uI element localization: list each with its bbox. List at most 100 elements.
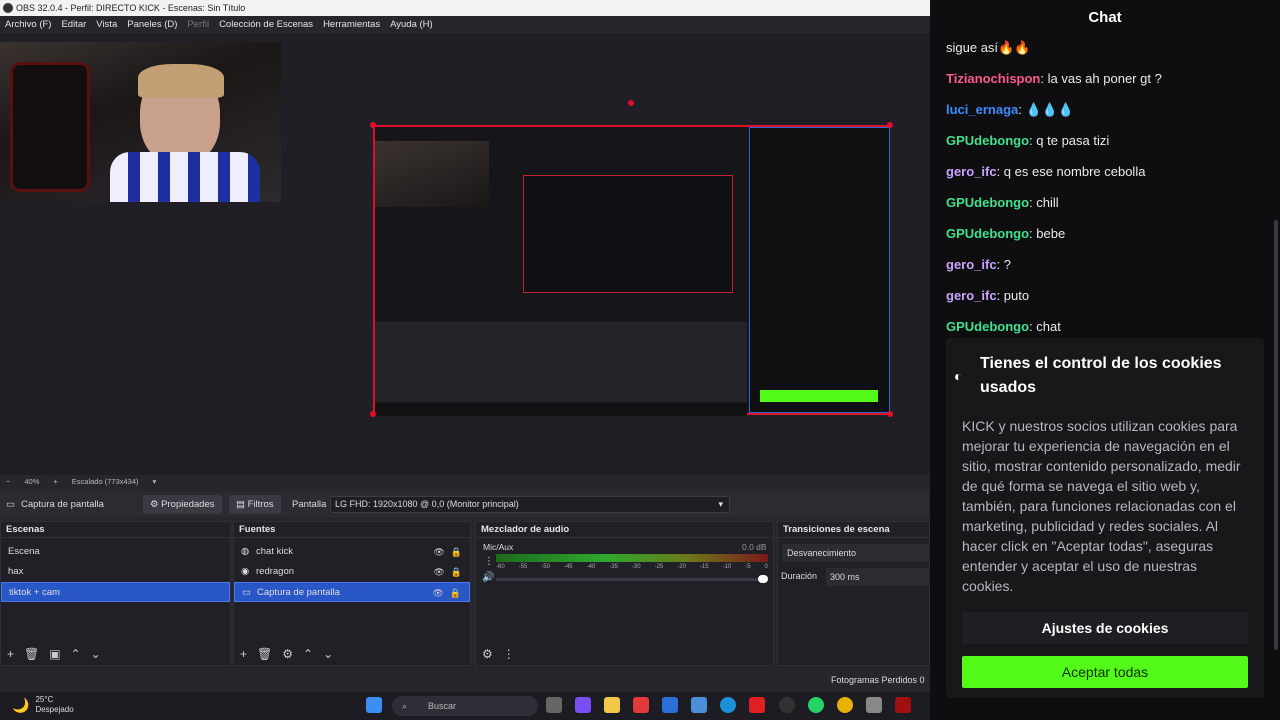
title-bar: OBS 32.0.4 - Perfil: DIRECTO KICK - Esce… <box>0 0 930 16</box>
lock-icon[interactable]: 🔒 <box>450 583 461 603</box>
gear-icon[interactable]: ⚙ <box>482 647 493 661</box>
wps-icon[interactable] <box>749 697 765 713</box>
monitor-icon: ▭ <box>242 587 251 598</box>
cookie-settings-button[interactable]: Ajustes de cookies <box>962 612 1248 644</box>
volume-slider[interactable] <box>496 578 768 581</box>
weather-widget[interactable]: 🌙 25°C Despejado <box>12 695 74 715</box>
source-item[interactable]: ◉ redragon 👁 🔒 <box>234 562 470 582</box>
meter-tick-label: -60 <box>496 564 505 570</box>
nested-docks <box>375 322 747 402</box>
filters-button[interactable]: ▤ Filtros <box>229 495 281 514</box>
transitions-dock: Transiciones de escena Desvanecimiento D… <box>777 521 931 666</box>
scaling-label[interactable]: Escalado (773x434) <box>72 475 139 488</box>
scene-item[interactable]: hax <box>1 562 230 582</box>
menu-perfil[interactable]: Perfil <box>187 16 209 33</box>
store-icon[interactable] <box>662 697 678 713</box>
move-up-icon[interactable]: ⌃ <box>71 647 81 661</box>
trash-icon[interactable]: 🗑 <box>24 647 39 661</box>
zoom-out-button[interactable]: − <box>6 475 10 488</box>
windows-start-icon[interactable] <box>366 697 382 713</box>
volume-slider-thumb[interactable] <box>758 575 768 583</box>
app-icon[interactable] <box>633 697 649 713</box>
chat-username[interactable]: luci_ernaga <box>946 102 1018 117</box>
screen-select[interactable]: LG FHD: 1920x1080 @ 0,0 (Monitor princip… <box>330 496 730 513</box>
eye-icon[interactable]: 👁 <box>433 562 444 582</box>
mixer-header: Mezclador de audio <box>476 522 773 538</box>
chat-username[interactable]: gero_ifc <box>946 164 997 179</box>
resize-handle-tl[interactable] <box>370 122 376 128</box>
speaker-icon[interactable]: 🔊 <box>482 572 494 583</box>
chat-username[interactable]: GPUdebongo <box>946 319 1029 334</box>
browser-icon: ◍ <box>241 546 250 557</box>
menu-coleccion-escenas[interactable]: Colección de Escenas <box>219 16 313 33</box>
scene-item[interactable]: Escena <box>1 542 230 562</box>
rotate-handle[interactable] <box>628 100 634 106</box>
chat-message: luci_ernaga: 💧💧💧 <box>946 102 1074 118</box>
eye-icon[interactable]: 👁 <box>433 542 444 562</box>
chat-username[interactable]: Tizianochispon <box>946 71 1040 86</box>
resize-handle-tr[interactable] <box>887 122 893 128</box>
move-down-icon[interactable]: ⌄ <box>323 647 333 661</box>
duration-input[interactable]: 300 ms <box>826 568 931 586</box>
copilot-icon[interactable] <box>575 697 591 713</box>
more-options-icon[interactable]: ⋮ <box>503 647 515 661</box>
menu-herramientas[interactable]: Herramientas <box>323 16 380 33</box>
chrome-icon[interactable] <box>837 697 853 713</box>
eye-icon[interactable]: 👁 <box>432 583 443 603</box>
sources-header: Fuentes <box>234 522 470 538</box>
move-up-icon[interactable]: ⌃ <box>303 647 313 661</box>
taskbar-search[interactable]: ⌕ Buscar <box>392 696 538 716</box>
settings-icon[interactable] <box>866 697 882 713</box>
accept-all-button[interactable]: Aceptar todas <box>962 656 1248 688</box>
chat-message: gero_ifc: q es ese nombre cebolla <box>946 164 1145 179</box>
menu-vista[interactable]: Vista <box>96 16 117 33</box>
source-item-active[interactable]: ▭ Captura de pantalla 👁 🔒 <box>234 582 470 602</box>
add-icon[interactable]: + <box>240 647 247 661</box>
more-options-icon[interactable]: ⋮ <box>484 556 494 567</box>
meter-tick-label: -30 <box>631 564 641 570</box>
menu-paneles[interactable]: Paneles (D) <box>127 16 177 33</box>
meter-tick-label: -15 <box>699 564 709 570</box>
move-down-icon[interactable]: ⌄ <box>91 647 101 661</box>
zoom-in-button[interactable]: + <box>53 475 57 488</box>
file-explorer-icon[interactable] <box>604 697 620 713</box>
gear-icon[interactable]: ⚙ <box>282 647 293 661</box>
chat-username[interactable]: GPUdebongo <box>946 226 1029 241</box>
chat-username[interactable]: gero_ifc <box>946 288 997 303</box>
streamer-hair <box>138 64 224 98</box>
trash-icon[interactable]: 🗑 <box>257 647 272 661</box>
scene-item-active[interactable]: tiktok + cam <box>1 582 230 602</box>
resize-handle-br[interactable] <box>887 411 893 417</box>
filter-icon[interactable]: ▣ <box>49 647 60 661</box>
chat-scrollbar[interactable] <box>1274 220 1278 650</box>
chat-username[interactable]: GPUdebongo <box>946 195 1029 210</box>
resize-handle-bl[interactable] <box>370 411 376 417</box>
cookie-icon: ◐ <box>954 368 963 384</box>
photos-icon[interactable] <box>691 697 707 713</box>
screen-label: Pantalla <box>292 499 327 510</box>
transition-select[interactable]: Desvanecimiento <box>782 544 931 562</box>
source-item[interactable]: ◍ chat kick 👁 🔒 <box>234 542 470 562</box>
add-icon[interactable]: + <box>7 647 14 661</box>
scenes-dock: Escenas Escena hax tiktok + cam + 🗑 ▣ ⌃ … <box>0 521 231 666</box>
nested-preview <box>523 175 733 293</box>
task-view-icon[interactable] <box>546 697 562 713</box>
preview-status-row: − 40% + Escalado (773x434) ▾ <box>0 475 930 488</box>
lock-icon[interactable]: 🔒 <box>451 542 462 562</box>
chat-message-text: : puto <box>996 288 1030 303</box>
menu-ayuda[interactable]: Ayuda (H) <box>390 16 433 33</box>
obs-icon[interactable] <box>779 697 795 713</box>
epic-icon[interactable] <box>895 697 911 713</box>
mixer-channel-name: Mic/Aux <box>483 542 514 552</box>
properties-button[interactable]: ⚙ Propiedades <box>143 495 222 514</box>
cookie-title: Tienes el control de los cookies usados <box>980 355 1222 396</box>
lock-icon[interactable]: 🔒 <box>451 562 462 582</box>
whatsapp-icon[interactable] <box>808 697 824 713</box>
menu-editar[interactable]: Editar <box>61 16 86 33</box>
menu-archivo[interactable]: Archivo (F) <box>5 16 51 33</box>
chevron-down-icon[interactable]: ▾ <box>153 475 157 488</box>
chat-username[interactable]: gero_ifc <box>946 257 997 272</box>
screen-capture-source[interactable] <box>373 125 890 416</box>
chat-username[interactable]: GPUdebongo <box>946 133 1029 148</box>
edge-icon[interactable] <box>720 697 736 713</box>
